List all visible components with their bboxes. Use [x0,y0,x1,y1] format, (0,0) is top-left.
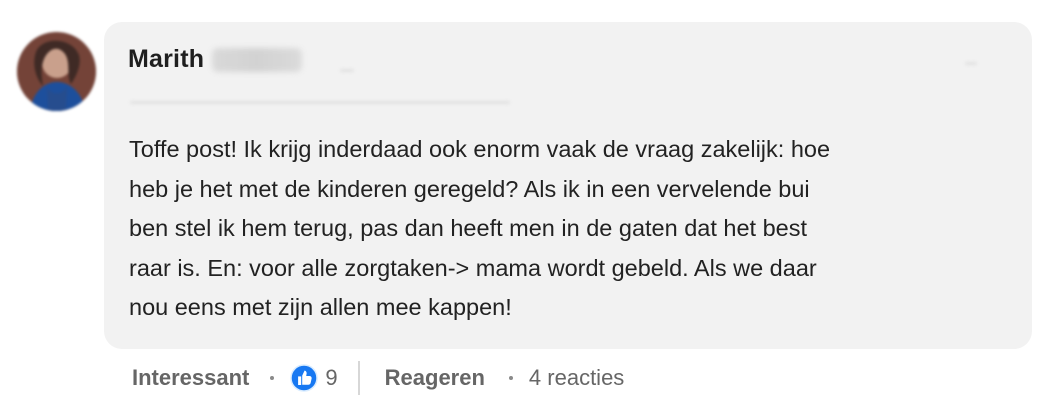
action-divider [357,361,360,395]
reaction-count: 9 [325,365,338,390]
blurred-subtitle-line [130,101,510,104]
profile-avatar-icon [17,32,96,111]
comment-actions: Interessant 9 Reageren 4 reacties [132,361,624,395]
separator-dot [270,376,275,380]
reply-button[interactable]: Reageren [385,365,485,391]
separator-dot [508,376,513,380]
author-name-redaction [212,47,303,72]
interesting-button[interactable]: Interessant [132,365,249,391]
blurred-header-mark-right [965,62,977,65]
reaction-summary[interactable]: 9 [290,364,338,392]
replies-count-link[interactable]: 4 reacties [529,365,624,391]
blurred-header-mark [340,69,354,72]
author-name[interactable]: Marith [128,45,204,74]
author-avatar[interactable] [17,32,96,111]
comment-card: Marith Toffe post! Ik krijg inderdaad oo… [0,0,1044,402]
comment-text: Toffe post! Ik krijg inderdaad ook enorm… [129,136,831,320]
thumbs-up-icon [290,364,319,392]
author-row: Marith [128,45,303,74]
